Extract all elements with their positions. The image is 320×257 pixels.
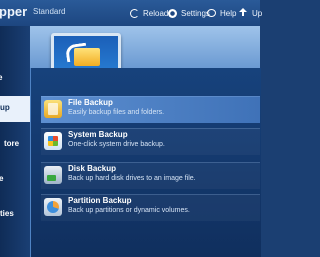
task-title: Disk Backup <box>68 164 117 173</box>
help-button[interactable]: Help <box>207 6 236 20</box>
task-description: One-click system drive backup. <box>68 141 165 148</box>
disk-backup-icon <box>44 166 62 184</box>
main-panel: File Backup Easily backup files and fold… <box>30 26 261 257</box>
sidebar-item-backup[interactable]: up <box>0 96 30 122</box>
sidebar-item-label: tore <box>4 139 20 148</box>
help-icon <box>207 9 216 17</box>
task-description: Back up partitions or dynamic volumes. <box>68 207 190 214</box>
reload-label: Reload <box>143 8 169 18</box>
sidebar-item-label: ties <box>0 209 14 218</box>
partition-backup-icon <box>44 198 62 216</box>
task-description: Easily backup files and folders. <box>68 109 165 116</box>
help-label: Help <box>220 8 237 18</box>
sidebar-item-restore[interactable]: tore <box>0 132 30 158</box>
app-title: pper <box>0 4 28 19</box>
gear-icon <box>168 8 177 18</box>
title-bar: pper Standard Reload Settings Help Up <box>0 0 262 26</box>
sidebar-item-clone[interactable]: e <box>0 167 30 193</box>
task-title: Partition Backup <box>68 196 132 205</box>
settings-button[interactable]: Settings <box>168 6 210 20</box>
backup-arrow-icon <box>64 42 89 63</box>
app-edition: Standard <box>33 7 66 16</box>
sidebar-item-label: up <box>0 103 10 112</box>
disk-backup-option[interactable]: Disk Backup Back up hard disk drives to … <box>41 162 260 189</box>
reload-button[interactable]: Reload <box>130 6 168 20</box>
settings-label: Settings <box>181 8 210 18</box>
system-backup-option[interactable]: System Backup One-click system drive bac… <box>41 128 260 155</box>
file-backup-option[interactable]: File Backup Easily backup files and fold… <box>41 96 260 123</box>
task-title: File Backup <box>68 98 113 107</box>
partition-backup-option[interactable]: Partition Backup Back up partitions or d… <box>41 194 260 221</box>
task-description: Back up hard disk drives to an image fil… <box>68 175 196 182</box>
upgrade-arrow-icon <box>238 8 248 18</box>
sidebar-item-home[interactable]: e <box>0 66 30 92</box>
upgrade-label: Up <box>252 8 263 18</box>
sidebar-item-label: e <box>0 73 3 82</box>
task-title: System Backup <box>68 130 128 139</box>
sidebar-item-utilities[interactable]: ties <box>0 202 30 228</box>
file-backup-icon <box>44 100 62 118</box>
sidebar: e up tore e ties <box>0 26 30 257</box>
upgrade-button[interactable]: Up <box>238 6 262 20</box>
system-backup-icon <box>44 132 62 150</box>
sidebar-item-label: e <box>0 174 4 183</box>
refresh-icon <box>130 8 139 18</box>
